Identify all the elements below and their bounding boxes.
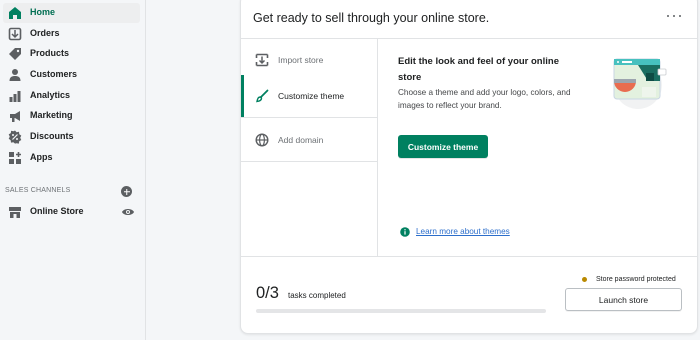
add-channel-icon[interactable]	[121, 186, 132, 197]
sidebar-item-label: Discounts	[30, 131, 74, 141]
apps-icon	[9, 152, 21, 164]
sidebar-item-home[interactable]: Home	[3, 3, 140, 23]
sidebar-item-apps[interactable]: Apps	[3, 148, 140, 168]
password-status-text: Store password protected	[596, 276, 676, 283]
marketing-icon	[10, 111, 20, 122]
sidebar-item-online-store[interactable]: Online Store	[3, 202, 140, 222]
person-icon	[9, 69, 21, 81]
setup-guide-card: Get ready to sell through your online st…	[240, 0, 698, 334]
panel-heading: Edit the look and feel of your online st…	[398, 56, 559, 83]
sales-channels-header: SALES CHANNELS	[5, 186, 133, 198]
tab-label: Import store	[278, 55, 324, 65]
sidebar-item-label: Online Store	[30, 206, 84, 216]
globe-icon	[255, 133, 269, 147]
tasks-completed-count: 0/3	[256, 284, 279, 302]
sidebar-item-marketing[interactable]: Marketing	[3, 106, 140, 126]
panel-description: Choose a theme and add your logo, colors…	[398, 88, 571, 110]
bar-chart-icon	[9, 91, 21, 102]
tag-icon	[9, 48, 21, 60]
launch-store-button[interactable]: Launch store	[565, 288, 682, 311]
sidebar-item-products[interactable]: Products	[3, 44, 140, 64]
sidebar-item-label: Home	[30, 7, 56, 17]
store-icon	[9, 207, 21, 218]
password-status-dot	[582, 277, 587, 282]
home-icon	[9, 7, 21, 19]
setup-tabs: Import store Customize theme Add domain	[241, 38, 378, 256]
sidebar-item-label: Marketing	[30, 110, 73, 120]
sidebar-item-label: Products	[30, 48, 70, 58]
eye-icon[interactable]	[121, 206, 135, 218]
tab-label: Add domain	[278, 135, 324, 145]
discount-icon	[8, 130, 22, 144]
sidebar-item-customers[interactable]: Customers	[3, 65, 140, 85]
card-title: Get ready to sell through your online st…	[253, 11, 490, 25]
info-icon	[400, 227, 410, 237]
tasks-completed-label: tasks completed	[288, 291, 346, 300]
import-icon	[255, 53, 269, 67]
setup-footer: 0/3 tasks completed Store password prote…	[241, 256, 698, 334]
sidebar-item-analytics[interactable]: Analytics	[3, 86, 140, 106]
sales-channels-label: SALES CHANNELS	[5, 187, 71, 194]
sidebar-item-discounts[interactable]: Discounts	[3, 127, 140, 147]
orders-icon	[8, 27, 22, 41]
tasks-progress-bar	[256, 309, 546, 313]
sidebar-item-label: Apps	[30, 152, 53, 162]
tab-add-domain[interactable]: Add domain	[241, 119, 377, 162]
sidebar-item-label: Orders	[30, 28, 60, 38]
customize-theme-button[interactable]: Customize theme	[398, 135, 488, 158]
tab-customize-theme[interactable]: Customize theme	[241, 75, 377, 118]
sidebar-item-orders[interactable]: Orders	[3, 24, 140, 44]
sidebar: Home Orders Products Customers Analytics…	[0, 0, 146, 340]
sidebar-item-label: Customers	[30, 69, 78, 79]
sidebar-item-label: Analytics	[30, 90, 71, 100]
theme-illustration	[613, 58, 667, 109]
tab-panel-customize-theme: Edit the look and feel of your online st…	[378, 38, 698, 256]
brush-icon	[256, 89, 269, 103]
learn-more-themes-link[interactable]: Learn more about themes	[416, 227, 510, 236]
more-actions-icon[interactable]	[665, 9, 683, 23]
tab-label: Customize theme	[278, 91, 345, 101]
